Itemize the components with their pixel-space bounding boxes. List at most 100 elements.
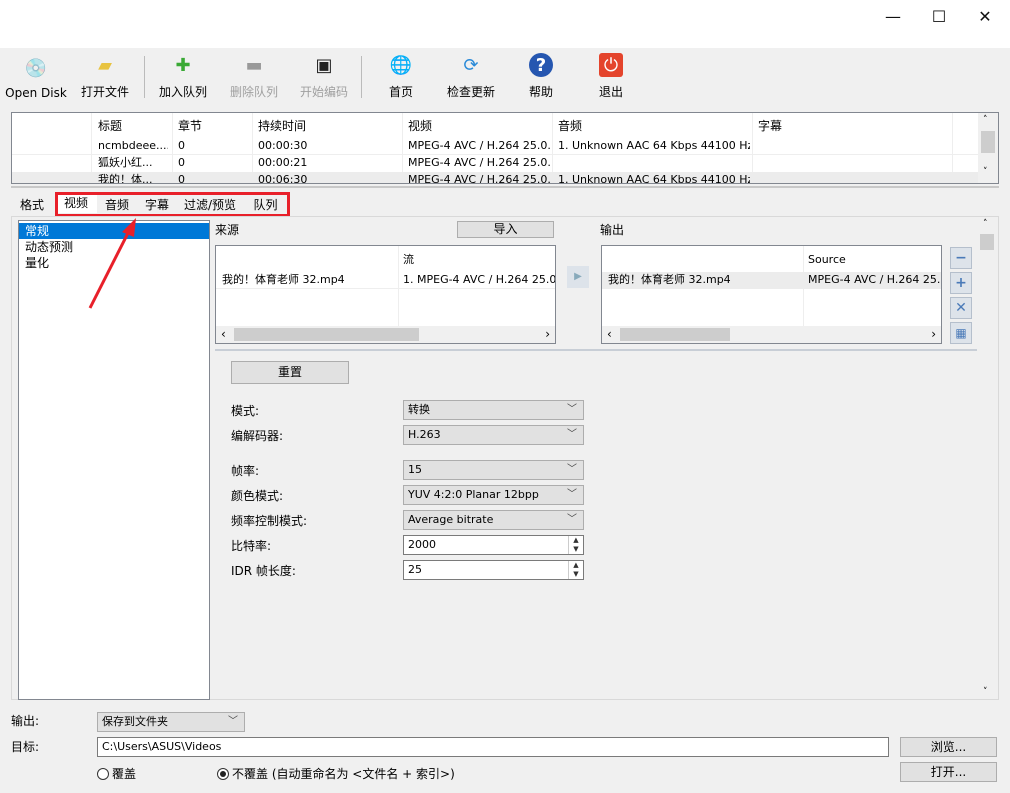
output-label: 输出 <box>600 223 625 237</box>
source-hscrollbar[interactable]: ‹ › <box>216 326 555 343</box>
queue-scrollbar[interactable]: ˄ ˅ <box>978 113 998 183</box>
chevron-down-icon[interactable]: ﹀ <box>567 401 577 419</box>
cell-chapter: 0 <box>178 173 185 184</box>
reset-button[interactable]: 重置 <box>231 361 349 384</box>
arrow-right-icon: ▶ <box>574 271 582 282</box>
toolbar-label: 帮助 <box>528 85 553 99</box>
open-file-button[interactable]: ▰ 打开文件 <box>76 50 134 100</box>
cell-stream: 1. MPEG-4 AVC / H.264 25.00 H <box>403 273 555 286</box>
cell-video: MPEG-4 AVC / H.264 25.0... <box>408 139 550 152</box>
chevron-down-icon[interactable]: ﹀ <box>567 486 577 504</box>
toolbar-label: 加入队列 <box>158 85 207 99</box>
power-icon: ⏻ <box>599 53 623 77</box>
remove-stream-button[interactable]: − <box>950 247 972 269</box>
move-right-button[interactable]: ▶ <box>567 266 589 288</box>
chevron-down-icon[interactable]: ﹀ <box>567 426 577 444</box>
panel-scrollbar[interactable]: ˄ ˅ <box>978 217 996 699</box>
import-button[interactable]: 导入 <box>457 221 554 238</box>
column-header[interactable]: 标题 <box>98 118 122 134</box>
category-item-motion[interactable]: 动态预测 <box>19 239 209 255</box>
cell-title: 我的！体... <box>98 173 153 184</box>
setting-select[interactable]: Average bitrate ﹀ <box>403 510 584 530</box>
setting-value: 25 <box>408 563 422 576</box>
radio-no-overwrite[interactable]: 不覆盖 (自动重命名为 <文件名 + 索引>) <box>217 765 455 782</box>
target-path-input[interactable]: C:\Users\ASUS\Videos <box>97 737 889 757</box>
setting-value: 2000 <box>408 538 436 551</box>
open-folder-button[interactable]: 打开... <box>900 762 997 782</box>
remove-queue-button[interactable]: ▬ 删除队列 <box>223 50 285 100</box>
help-button[interactable]: ? 帮助 <box>516 50 566 100</box>
splitter[interactable] <box>11 186 999 188</box>
target-label: 目标: <box>11 740 40 754</box>
column-header[interactable]: 视频 <box>408 118 432 134</box>
cell-duration: 00:06:30 <box>258 173 308 184</box>
setting-spinbox[interactable]: 25 ▲ ▼ <box>403 560 584 580</box>
category-item-quant[interactable]: 量化 <box>19 255 209 271</box>
dvd-icon: 💿 <box>24 57 48 79</box>
setting-select[interactable]: 15 ﹀ <box>403 460 584 480</box>
calculator-button[interactable]: ▦ <box>950 322 972 344</box>
add-queue-button[interactable]: ✚ 加入队列 <box>152 50 214 100</box>
table-row[interactable]: 我的！体育老师 32.mp4 MPEG-4 AVC / H.264 25.00 <box>602 272 941 289</box>
close-button[interactable]: ✕ <box>962 0 1008 32</box>
table-row[interactable]: 狐妖小红... 0 00:00:21 MPEG-4 AVC / H.264 25… <box>12 155 978 172</box>
cell-video: MPEG-4 AVC / H.264 25.0... <box>408 173 550 184</box>
output-mode-select[interactable]: 保存到文件夹 ﹀ <box>97 712 245 732</box>
table-row[interactable]: 我的！体育老师 32.mp4 1. MPEG-4 AVC / H.264 25.… <box>216 272 555 289</box>
setting-select[interactable]: H.263 ﹀ <box>403 425 584 445</box>
exit-button[interactable]: ⏻ 退出 <box>586 50 636 100</box>
cell-duration: 00:00:30 <box>258 139 308 152</box>
chevron-down-icon[interactable]: ﹀ <box>567 461 577 479</box>
start-encode-button[interactable]: ▣ 开始编码 <box>293 50 355 100</box>
table-row[interactable]: ncmbdeee.... 0 00:00:30 MPEG-4 AVC / H.2… <box>12 138 978 155</box>
source-label: 来源 <box>215 223 240 237</box>
column-header[interactable]: 章节 <box>178 118 202 134</box>
setting-label: 比特率: <box>231 539 272 553</box>
column-header[interactable]: 音频 <box>558 118 582 134</box>
home-button[interactable]: 🌐 首页 <box>376 50 426 100</box>
cell-source: MPEG-4 AVC / H.264 25.00 <box>808 273 941 286</box>
cell-chapter: 0 <box>178 156 185 169</box>
radio-circle-checked <box>217 767 229 780</box>
tab-format[interactable]: 格式 <box>12 195 52 215</box>
queue-header: 标题 章节 持续时间 视频 音频 字幕 <box>12 115 978 137</box>
column-header[interactable]: 字幕 <box>758 118 782 134</box>
splitter[interactable] <box>215 349 977 351</box>
add-stream-button[interactable]: + <box>950 272 972 294</box>
globe-icon: 🌐 <box>389 54 413 76</box>
cell-audio: 1. Unknown AAC 64 Kbps 44100 Hz ... <box>558 139 750 152</box>
refresh-icon: ⟳ <box>463 54 479 76</box>
minimize-button[interactable]: — <box>870 0 916 32</box>
setting-label: 频率控制模式: <box>231 514 308 528</box>
setting-select[interactable]: 转换 ﹀ <box>403 400 584 420</box>
radio-overwrite[interactable]: 覆盖 <box>97 765 136 782</box>
spin-arrows-icon[interactable]: ▲ ▼ <box>568 536 583 554</box>
table-row[interactable]: 我的！体... 0 00:06:30 MPEG-4 AVC / H.264 25… <box>12 172 978 184</box>
folder-icon: ▰ <box>98 54 112 76</box>
add-queue-icon: ✚ <box>175 54 191 76</box>
setting-value: 转换 <box>408 403 430 416</box>
encode-icon: ▣ <box>315 54 333 76</box>
annotation-highlight-box <box>55 192 290 217</box>
output-hscrollbar[interactable]: ‹ › <box>602 326 941 343</box>
setting-select[interactable]: YUV 4:2:0 Planar 12bpp ﹀ <box>403 485 584 505</box>
cell-chapter: 0 <box>178 139 185 152</box>
cell-title: ncmbdeee.... <box>98 139 168 152</box>
check-update-button[interactable]: ⟳ 检查更新 <box>440 50 502 100</box>
chevron-down-icon[interactable]: ﹀ <box>567 511 577 529</box>
minus-icon: − <box>955 250 967 266</box>
spin-arrows-icon[interactable]: ▲ ▼ <box>568 561 583 579</box>
x-icon: ✕ <box>955 300 967 316</box>
browse-button[interactable]: 浏览... <box>900 737 997 757</box>
category-item-general[interactable]: 常规 <box>19 223 209 239</box>
clear-stream-button[interactable]: ✕ <box>950 297 972 319</box>
setting-value: H.263 <box>408 428 441 441</box>
maximize-button[interactable]: ☐ <box>916 0 962 32</box>
column-header[interactable]: Source <box>808 252 846 268</box>
calculator-icon: ▦ <box>955 326 967 340</box>
column-header[interactable]: 持续时间 <box>258 118 306 134</box>
setting-spinbox[interactable]: 2000 ▲ ▼ <box>403 535 584 555</box>
open-disk-button[interactable]: 💿 Open Disk <box>2 50 70 101</box>
column-header[interactable]: 流 <box>403 252 414 268</box>
setting-value: 15 <box>408 463 422 476</box>
